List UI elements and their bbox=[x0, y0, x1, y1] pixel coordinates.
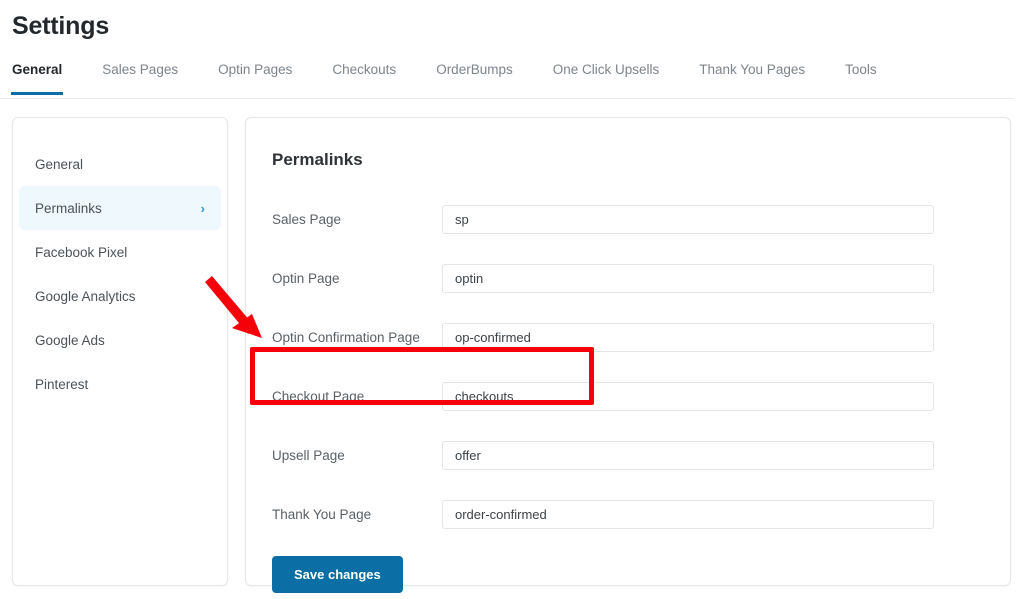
tab-one-click-upsells[interactable]: One Click Upsells bbox=[553, 58, 660, 94]
page-title: Settings bbox=[12, 12, 110, 40]
label-checkout-page: Checkout Page bbox=[272, 389, 365, 404]
settings-content: General Permalinks › Facebook Pixel Google A… bbox=[0, 117, 1024, 593]
sidebar-item-label: General bbox=[35, 156, 84, 172]
label-thank-you-page: Thank You Page bbox=[272, 507, 372, 522]
input-optin-confirmation-page[interactable] bbox=[442, 323, 934, 352]
sidebar-item-pinterest[interactable]: Pinterest bbox=[19, 362, 221, 406]
settings-tab-bar: General Sales Pages Optin Pages Checkouts Or… bbox=[0, 58, 1013, 99]
form-row-optin-page: Optin Page bbox=[246, 249, 1010, 308]
tab-tools[interactable]: Tools bbox=[845, 58, 877, 94]
tab-thank-you-pages[interactable]: Thank You Pages bbox=[699, 58, 805, 94]
label-optin-confirmation-page: Optin Confirmation Page bbox=[272, 330, 420, 345]
form-row-thank-you-page: Thank You Page bbox=[246, 485, 1010, 544]
tab-checkouts[interactable]: Checkouts bbox=[332, 58, 396, 94]
sidebar-item-label: Pinterest bbox=[35, 376, 89, 392]
save-changes-button[interactable]: Save changes bbox=[272, 556, 403, 593]
tab-orderbumps[interactable]: OrderBumps bbox=[436, 58, 513, 94]
form-row-upsell-page: Upsell Page bbox=[246, 426, 1010, 485]
input-sales-page[interactable] bbox=[442, 205, 934, 234]
tab-optin-pages[interactable]: Optin Pages bbox=[218, 58, 292, 94]
input-checkout-page[interactable] bbox=[442, 382, 934, 411]
form-row-sales-page: Sales Page bbox=[246, 190, 1010, 249]
permalinks-panel: Permalinks Sales Page Optin Page Optin Con… bbox=[245, 117, 1011, 593]
label-sales-page: Sales Page bbox=[272, 212, 342, 227]
sidebar-item-label: Facebook Pixel bbox=[35, 244, 128, 260]
form-row-checkout-page: Checkout Page bbox=[246, 367, 1010, 426]
panel-title: Permalinks bbox=[272, 150, 363, 169]
save-button-wrap: Save changes bbox=[246, 556, 1010, 593]
tab-sales-pages[interactable]: Sales Pages bbox=[102, 58, 178, 94]
chevron-right-icon: › bbox=[200, 200, 205, 216]
sidebar-item-general[interactable]: General bbox=[19, 142, 221, 186]
sidebar-item-label: Google Analytics bbox=[35, 288, 136, 304]
sidebar-item-permalinks[interactable]: Permalinks › bbox=[19, 186, 221, 230]
settings-sidebar: General Permalinks › Facebook Pixel Google A… bbox=[12, 117, 228, 586]
form-row-optin-confirmation-page: Optin Confirmation Page bbox=[246, 308, 1010, 367]
sidebar-item-google-ads[interactable]: Google Ads bbox=[19, 318, 221, 362]
sidebar-item-google-analytics[interactable]: Google Analytics bbox=[19, 274, 221, 318]
label-optin-page: Optin Page bbox=[272, 271, 340, 286]
tab-general[interactable]: General bbox=[10, 58, 64, 95]
sidebar-item-label: Google Ads bbox=[35, 332, 105, 348]
input-upsell-page[interactable] bbox=[442, 441, 934, 470]
input-thank-you-page[interactable] bbox=[442, 500, 934, 529]
sidebar-item-label: Permalinks bbox=[35, 200, 102, 216]
sidebar-item-facebook-pixel[interactable]: Facebook Pixel bbox=[19, 230, 221, 274]
label-upsell-page: Upsell Page bbox=[272, 448, 345, 463]
permalinks-form: Sales Page Optin Page Optin Confirmation P… bbox=[246, 190, 1010, 544]
input-optin-page[interactable] bbox=[442, 264, 934, 293]
